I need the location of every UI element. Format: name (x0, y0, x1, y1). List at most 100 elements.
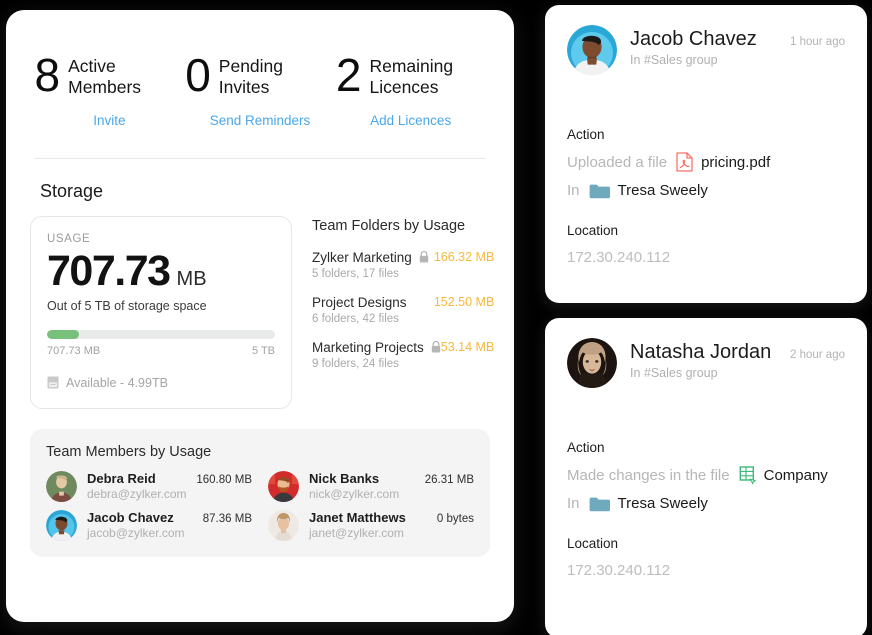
member-top: Jacob Chavez 87.36 MB (87, 510, 252, 525)
member-info: Debra Reid 160.80 MB debra@zylker.com (87, 471, 252, 501)
activity-user-name: Jacob Chavez (630, 28, 757, 51)
member-size: 26.31 MB (425, 474, 474, 486)
member-name: Janet Matthews (309, 510, 406, 525)
stat-top: 2 Remaining Licences (336, 54, 486, 99)
activity-name-row: Natasha Jordan 2 hour ago (630, 341, 845, 364)
stat-label: Pending Invites (219, 54, 335, 99)
stat-top: 8 Active Members (35, 54, 185, 99)
in-label: In (567, 182, 580, 199)
folder-row[interactable]: Project Designs 152.50 MB 6 folders, 42 … (312, 295, 494, 325)
activity-card: Natasha Jordan 2 hour ago In #Sales grou… (545, 318, 867, 635)
stats-row: 8 Active Members Invite 0 Pending Invite… (6, 10, 514, 128)
member-email: janet@zylker.com (309, 526, 474, 540)
member-size: 160.80 MB (196, 474, 252, 486)
member-row[interactable]: Jacob Chavez 87.36 MB jacob@zylker.com (46, 510, 252, 541)
action-file-line: Uploaded a file pricing.pdf (567, 152, 845, 172)
available-row: Available - 4.99TB (47, 376, 275, 390)
activity-group: In #Sales group (630, 366, 845, 380)
drive-icon (47, 376, 59, 389)
activity-header: Natasha Jordan 2 hour ago In #Sales grou… (567, 338, 845, 388)
member-name: Jacob Chavez (87, 510, 174, 525)
stat-number: 2 (336, 54, 361, 96)
action-label: Action (567, 127, 845, 142)
stat-number: 8 (35, 54, 60, 96)
team-storage-panel: 8 Active Members Invite 0 Pending Invite… (6, 10, 514, 622)
member-name: Debra Reid (87, 471, 156, 486)
folder-name: Project Designs (312, 295, 407, 310)
avatar (46, 471, 77, 502)
member-top: Nick Banks 26.31 MB (309, 471, 474, 486)
team-folders-section: Team Folders by Usage Zylker Marketing 1… (312, 216, 494, 409)
stat-top: 0 Pending Invites (185, 54, 335, 99)
usage-caption: USAGE (47, 233, 275, 245)
storage-progress-bar (47, 330, 275, 339)
member-info: Janet Matthews 0 bytes janet@zylker.com (309, 510, 474, 540)
folder-icon (589, 496, 610, 512)
folder-size: 53.14 MB (441, 340, 495, 354)
folder-detail: 5 folders, 17 files (312, 268, 494, 280)
member-email: jacob@zylker.com (87, 526, 252, 540)
folder-row[interactable]: Marketing Projects 53.14 MB 9 folders, 2… (312, 340, 494, 370)
action-text: Uploaded a file (567, 154, 667, 171)
action-folder-line: In Tresa Sweely (567, 182, 845, 199)
activity-timestamp: 2 hour ago (790, 349, 845, 361)
activity-user-name: Natasha Jordan (630, 341, 771, 364)
folder-detail: 9 folders, 24 files (312, 358, 494, 370)
member-size: 0 bytes (437, 513, 474, 525)
avatar (46, 510, 77, 541)
lock-icon (431, 341, 441, 353)
usage-value-row: 707.73 MB (47, 249, 275, 294)
usage-value: 707.73 (47, 249, 170, 294)
action-label: Action (567, 440, 845, 455)
team-members-grid: Debra Reid 160.80 MB debra@zylker.com (46, 471, 474, 541)
action-file-name[interactable]: pricing.pdf (701, 154, 770, 171)
usage-card: USAGE 707.73 MB Out of 5 TB of storage s… (30, 216, 292, 409)
activity-timestamp: 1 hour ago (790, 36, 845, 48)
action-folder-name[interactable]: Tresa Sweely (618, 495, 708, 512)
member-email: nick@zylker.com (309, 487, 474, 501)
member-row[interactable]: Debra Reid 160.80 MB debra@zylker.com (46, 471, 252, 502)
location-label: Location (567, 536, 845, 551)
folder-detail: 6 folders, 42 files (312, 313, 494, 325)
member-top: Janet Matthews 0 bytes (309, 510, 474, 525)
invite-link[interactable]: Invite (93, 113, 125, 128)
member-size: 87.36 MB (203, 513, 252, 525)
lock-icon (419, 251, 429, 263)
storage-progress-fill (47, 330, 79, 339)
folder-size: 152.50 MB (434, 295, 494, 309)
folder-size: 166.32 MB (434, 250, 494, 264)
team-folders-title: Team Folders by Usage (312, 218, 494, 234)
add-licences-link[interactable]: Add Licences (370, 113, 451, 128)
folder-icon (589, 183, 610, 199)
folder-name: Zylker Marketing (312, 250, 412, 265)
member-info: Jacob Chavez 87.36 MB jacob@zylker.com (87, 510, 252, 540)
pdf-file-icon (676, 152, 693, 172)
location-ip: 172.30.240.112 (567, 249, 845, 266)
folder-row-top: Zylker Marketing 166.32 MB (312, 250, 494, 265)
usage-subtitle: Out of 5 TB of storage space (47, 299, 275, 313)
activity-header: Jacob Chavez 1 hour ago In #Sales group (567, 25, 845, 75)
avatar (268, 510, 299, 541)
action-file-name[interactable]: Company (764, 467, 828, 484)
member-row[interactable]: Janet Matthews 0 bytes janet@zylker.com (268, 510, 474, 541)
activity-header-text: Jacob Chavez 1 hour ago In #Sales group (630, 25, 845, 67)
storage-row: USAGE 707.73 MB Out of 5 TB of storage s… (6, 202, 514, 409)
action-folder-line: In Tresa Sweely (567, 495, 845, 512)
screenshot-stage: 8 Active Members Invite 0 Pending Invite… (0, 0, 872, 635)
folder-row-top: Marketing Projects 53.14 MB (312, 340, 494, 355)
progress-legend-left: 707.73 MB (47, 345, 100, 357)
usage-unit: MB (177, 268, 207, 291)
member-name: Nick Banks (309, 471, 379, 486)
progress-legend-right: 5 TB (252, 345, 275, 357)
member-row[interactable]: Nick Banks 26.31 MB nick@zylker.com (268, 471, 474, 502)
location-label: Location (567, 223, 845, 238)
stat-active-members: 8 Active Members Invite (34, 54, 185, 128)
folder-row[interactable]: Zylker Marketing 166.32 MB 5 folders, 17… (312, 250, 494, 280)
folder-name: Marketing Projects (312, 340, 424, 355)
in-label: In (567, 495, 580, 512)
stat-pending-invites: 0 Pending Invites Send Reminders (185, 54, 336, 128)
avatar (268, 471, 299, 502)
member-email: debra@zylker.com (87, 487, 252, 501)
send-reminders-link[interactable]: Send Reminders (210, 113, 311, 128)
action-folder-name[interactable]: Tresa Sweely (618, 182, 708, 199)
